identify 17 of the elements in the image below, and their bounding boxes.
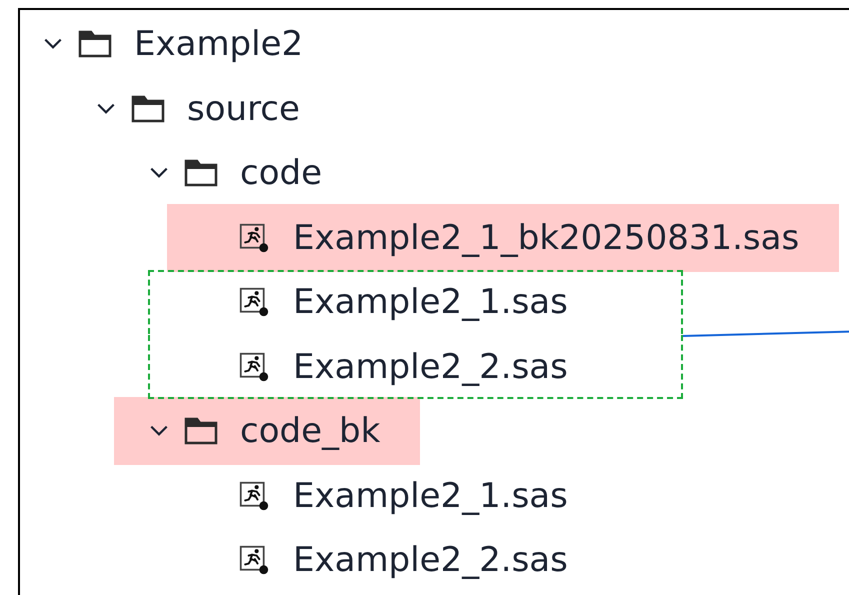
tree-item[interactable]: code_bk: [114, 397, 420, 466]
runner-file-icon: [237, 287, 271, 318]
folder-icon: [184, 416, 218, 446]
tree-item[interactable]: Example2_2.sas: [201, 538, 608, 582]
runner-file-icon: [237, 545, 271, 576]
runner-file-icon: [237, 480, 271, 511]
runner-file-icon: [237, 222, 271, 253]
tree-item[interactable]: Example2_1.sas: [201, 474, 608, 518]
tree-item[interactable]: Example2: [42, 22, 344, 66]
tree-item[interactable]: code: [148, 151, 362, 196]
folder-icon: [184, 158, 218, 188]
tree-item[interactable]: Example2_1_bk20250831.sas: [167, 204, 840, 272]
tree-item[interactable]: Example2_1.sas: [148, 270, 683, 334]
folder-icon: [78, 29, 112, 60]
folder-icon: [131, 94, 165, 124]
runner-file-icon: [237, 352, 271, 382]
tree-item[interactable]: source: [95, 86, 340, 131]
